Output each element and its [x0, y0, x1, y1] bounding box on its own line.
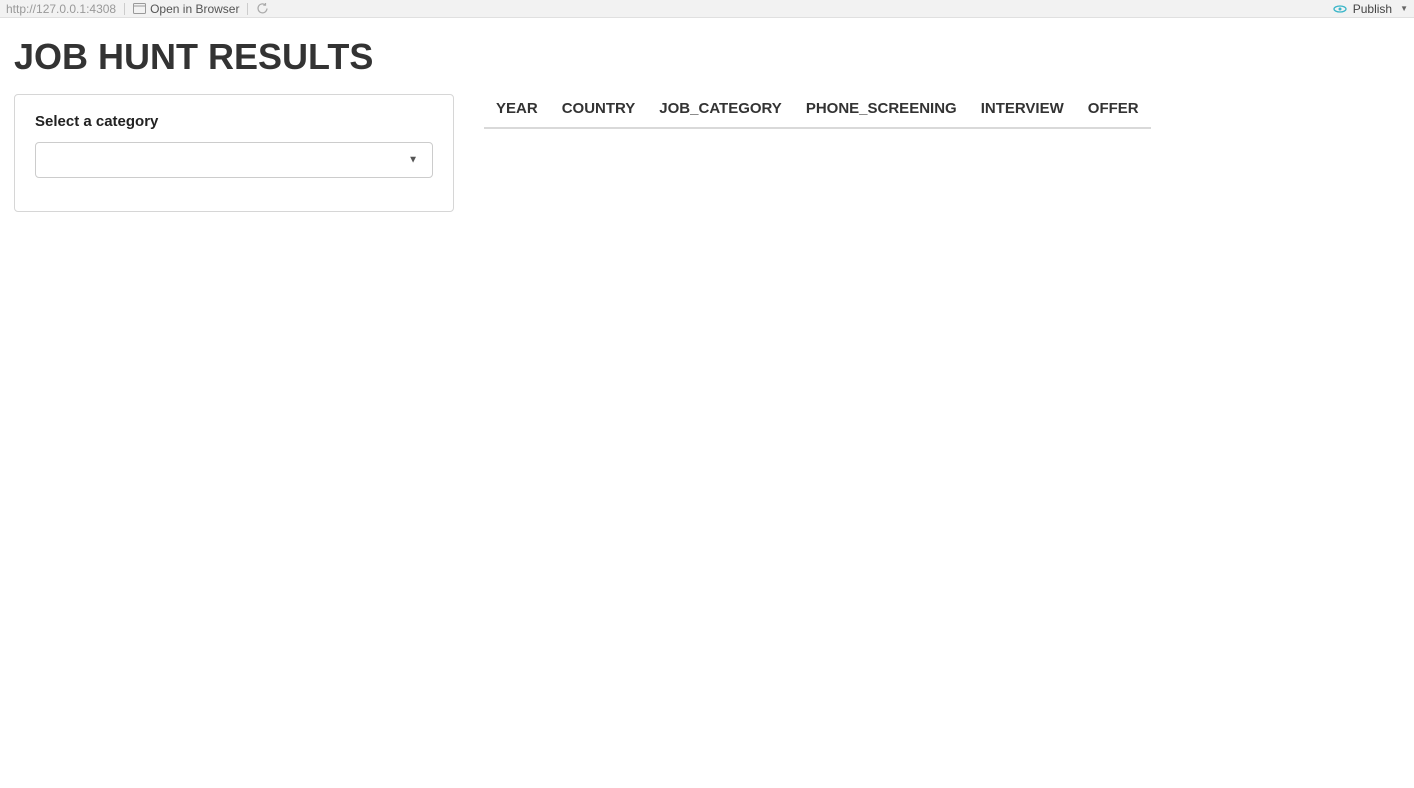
browser-icon	[133, 3, 146, 14]
table-header-offer: OFFER	[1088, 100, 1139, 117]
table-header-row: YEAR COUNTRY JOB_CATEGORY PHONE_SCREENIN…	[484, 94, 1151, 129]
page-title: JOB HUNT RESULTS	[14, 36, 1400, 78]
open-in-browser-button[interactable]: Open in Browser	[133, 2, 239, 16]
table-header-job-category: JOB_CATEGORY	[659, 100, 782, 117]
results-table: YEAR COUNTRY JOB_CATEGORY PHONE_SCREENIN…	[484, 94, 1151, 129]
sidebar-panel: Select a category ▼	[14, 94, 454, 212]
content-area: JOB HUNT RESULTS Select a category ▼ YEA…	[0, 18, 1414, 230]
select-category-label: Select a category	[35, 113, 433, 130]
table-header-country: COUNTRY	[562, 100, 636, 117]
url-display: http://127.0.0.1:4308	[6, 2, 116, 16]
category-select[interactable]: ▼	[35, 142, 433, 178]
toolbar-divider	[247, 3, 248, 15]
toolbar-right: Publish ▼	[1333, 2, 1408, 16]
table-header-year: YEAR	[496, 100, 538, 117]
open-in-browser-label: Open in Browser	[150, 2, 239, 16]
caret-down-icon: ▼	[408, 155, 418, 166]
refresh-icon[interactable]	[256, 2, 269, 15]
toolbar-left: http://127.0.0.1:4308 Open in Browser	[6, 2, 269, 16]
table-header-interview: INTERVIEW	[981, 100, 1064, 117]
table-header-phone-screening: PHONE_SCREENING	[806, 100, 957, 117]
chevron-down-icon[interactable]: ▼	[1400, 4, 1408, 13]
publish-button[interactable]: Publish	[1353, 2, 1392, 16]
ide-toolbar: http://127.0.0.1:4308 Open in Browser	[0, 0, 1414, 18]
toolbar-divider	[124, 3, 125, 15]
publish-icon	[1333, 3, 1347, 15]
main-row: Select a category ▼ YEAR COUNTRY JOB_CAT…	[14, 94, 1400, 212]
